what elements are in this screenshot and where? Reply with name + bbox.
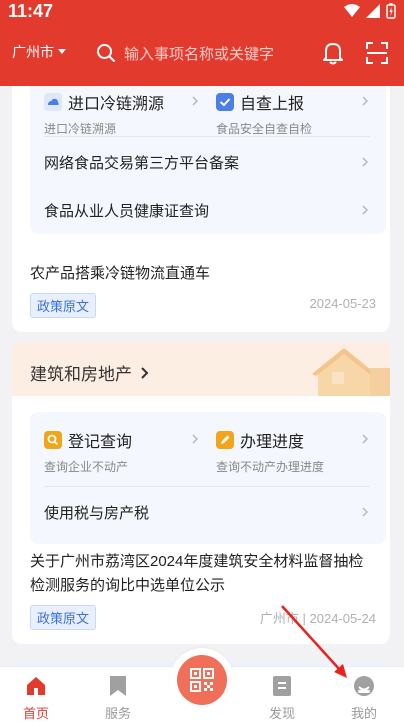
news-title[interactable]: 关于广州市荔湾区2024年度建筑安全材料监督抽检检测服务的询比中选单位公示 (30, 550, 370, 598)
signal-icon (366, 4, 380, 18)
chevron-right-icon (190, 96, 200, 106)
house-illustration-icon (304, 342, 390, 398)
news-source: 广州市 (259, 611, 299, 626)
city-selector[interactable]: 广州市 (12, 42, 66, 62)
wifi-icon (344, 4, 360, 17)
document-icon (273, 676, 291, 696)
nav-home[interactable]: 首页 (6, 673, 66, 722)
news-title[interactable]: 农产品搭乘冷链物流直通车 (30, 262, 370, 286)
qr-code-button[interactable] (170, 648, 234, 712)
service-title: 自查上报 (240, 96, 305, 113)
city-label: 广州市 (12, 44, 54, 60)
nav-services[interactable]: 服务 (88, 673, 148, 722)
chevron-right-icon (360, 205, 370, 215)
status-bar: 11:47 (0, 0, 404, 24)
qr-code-icon (190, 668, 214, 692)
app-header: 广州市 输入事项名称或关键字 (0, 28, 404, 76)
service-subtitle: 进口冷链溯源 (44, 122, 117, 136)
search-doc-icon (44, 431, 62, 449)
news-date: 2024-05-24 (309, 611, 377, 626)
scan-icon[interactable] (364, 40, 390, 66)
chevron-right-icon (190, 434, 200, 444)
list-item-label: 食品从业人员健康证查询 (44, 203, 210, 220)
service-title: 办理进度 (240, 434, 305, 451)
service-panel: 进口冷链溯源 进口冷链溯源 自查上报 食品安全自查自检 网络食品交易第三方平台备… (30, 86, 386, 234)
food-safety-card: 进口冷链溯源 进口冷链溯源 自查上报 食品安全自查自检 网络食品交易第三方平台备… (12, 86, 390, 332)
search-icon (97, 44, 115, 62)
divider (44, 486, 370, 487)
bell-icon[interactable] (320, 40, 346, 66)
status-time: 11:47 (8, 1, 54, 21)
section-header-real-estate[interactable]: 建筑和房地产 (12, 342, 390, 398)
nav-profile[interactable]: 我的 (334, 673, 394, 722)
chevron-right-icon (360, 434, 370, 444)
bookmark-icon (110, 676, 126, 696)
service-import-coldchain[interactable]: 进口冷链溯源 进口冷链溯源 (44, 90, 164, 137)
service-title: 登记查询 (68, 434, 133, 451)
service-subtitle: 查询企业不动产 (44, 460, 129, 474)
search-placeholder: 输入事项名称或关键字 (124, 45, 275, 63)
divider (44, 136, 370, 137)
caret-down-icon (58, 49, 66, 54)
service-registration-query[interactable]: 登记查询 查询企业不动产 (44, 428, 132, 475)
list-item[interactable]: 食品从业人员健康证查询 (44, 200, 366, 221)
real-estate-card: 登记查询 查询企业不动产 办理进度 查询不动产办理进度 使用税与房产税 关于广州… (12, 396, 390, 644)
nav-label: 服务 (104, 706, 131, 721)
top-bar: 11:47 广州市 输入事项名称或关键字 (0, 0, 404, 86)
section-title: 建筑和房地产 (30, 365, 132, 384)
cloud-icon (44, 93, 62, 111)
service-subtitle: 查询不动产办理进度 (216, 460, 325, 474)
service-title: 进口冷链溯源 (68, 96, 165, 113)
list-item-label: 使用税与房产税 (44, 505, 150, 522)
policy-tag[interactable]: 政策原文 (30, 293, 97, 318)
chevron-right-icon (360, 157, 370, 167)
profile-icon (354, 676, 374, 696)
service-panel: 登记查询 查询企业不动产 办理进度 查询不动产办理进度 使用税与房产税 (30, 412, 386, 544)
chevron-right-icon (360, 507, 370, 517)
main-content[interactable]: 进口冷链溯源 进口冷链溯源 自查上报 食品安全自查自检 网络食品交易第三方平台备… (0, 86, 404, 666)
service-progress[interactable]: 办理进度 查询不动产办理进度 (216, 428, 324, 475)
nav-label: 首页 (22, 706, 49, 721)
news-meta: 广州市 | 2024-05-24 (259, 611, 377, 626)
search-input[interactable]: 输入事项名称或关键字 (96, 40, 296, 66)
home-icon (27, 677, 45, 695)
list-item-label: 网络食品交易第三方平台备案 (44, 155, 240, 172)
news-date: 2024-05-23 (309, 296, 377, 311)
list-item[interactable]: 使用税与房产税 (44, 502, 366, 523)
nav-label: 发现 (268, 706, 295, 721)
list-item[interactable]: 网络食品交易第三方平台备案 (44, 152, 366, 173)
service-self-check[interactable]: 自查上报 食品安全自查自检 (216, 90, 312, 137)
battery-icon (386, 3, 396, 19)
pen-icon (216, 431, 234, 449)
chevron-right-icon (141, 366, 149, 379)
service-subtitle: 食品安全自查自检 (216, 122, 313, 136)
status-icons (344, 3, 396, 19)
policy-tag[interactable]: 政策原文 (30, 605, 97, 630)
nav-discover[interactable]: 发现 (252, 673, 312, 722)
nav-label: 我的 (350, 706, 377, 721)
chevron-right-icon (360, 96, 370, 106)
check-icon (216, 93, 234, 111)
